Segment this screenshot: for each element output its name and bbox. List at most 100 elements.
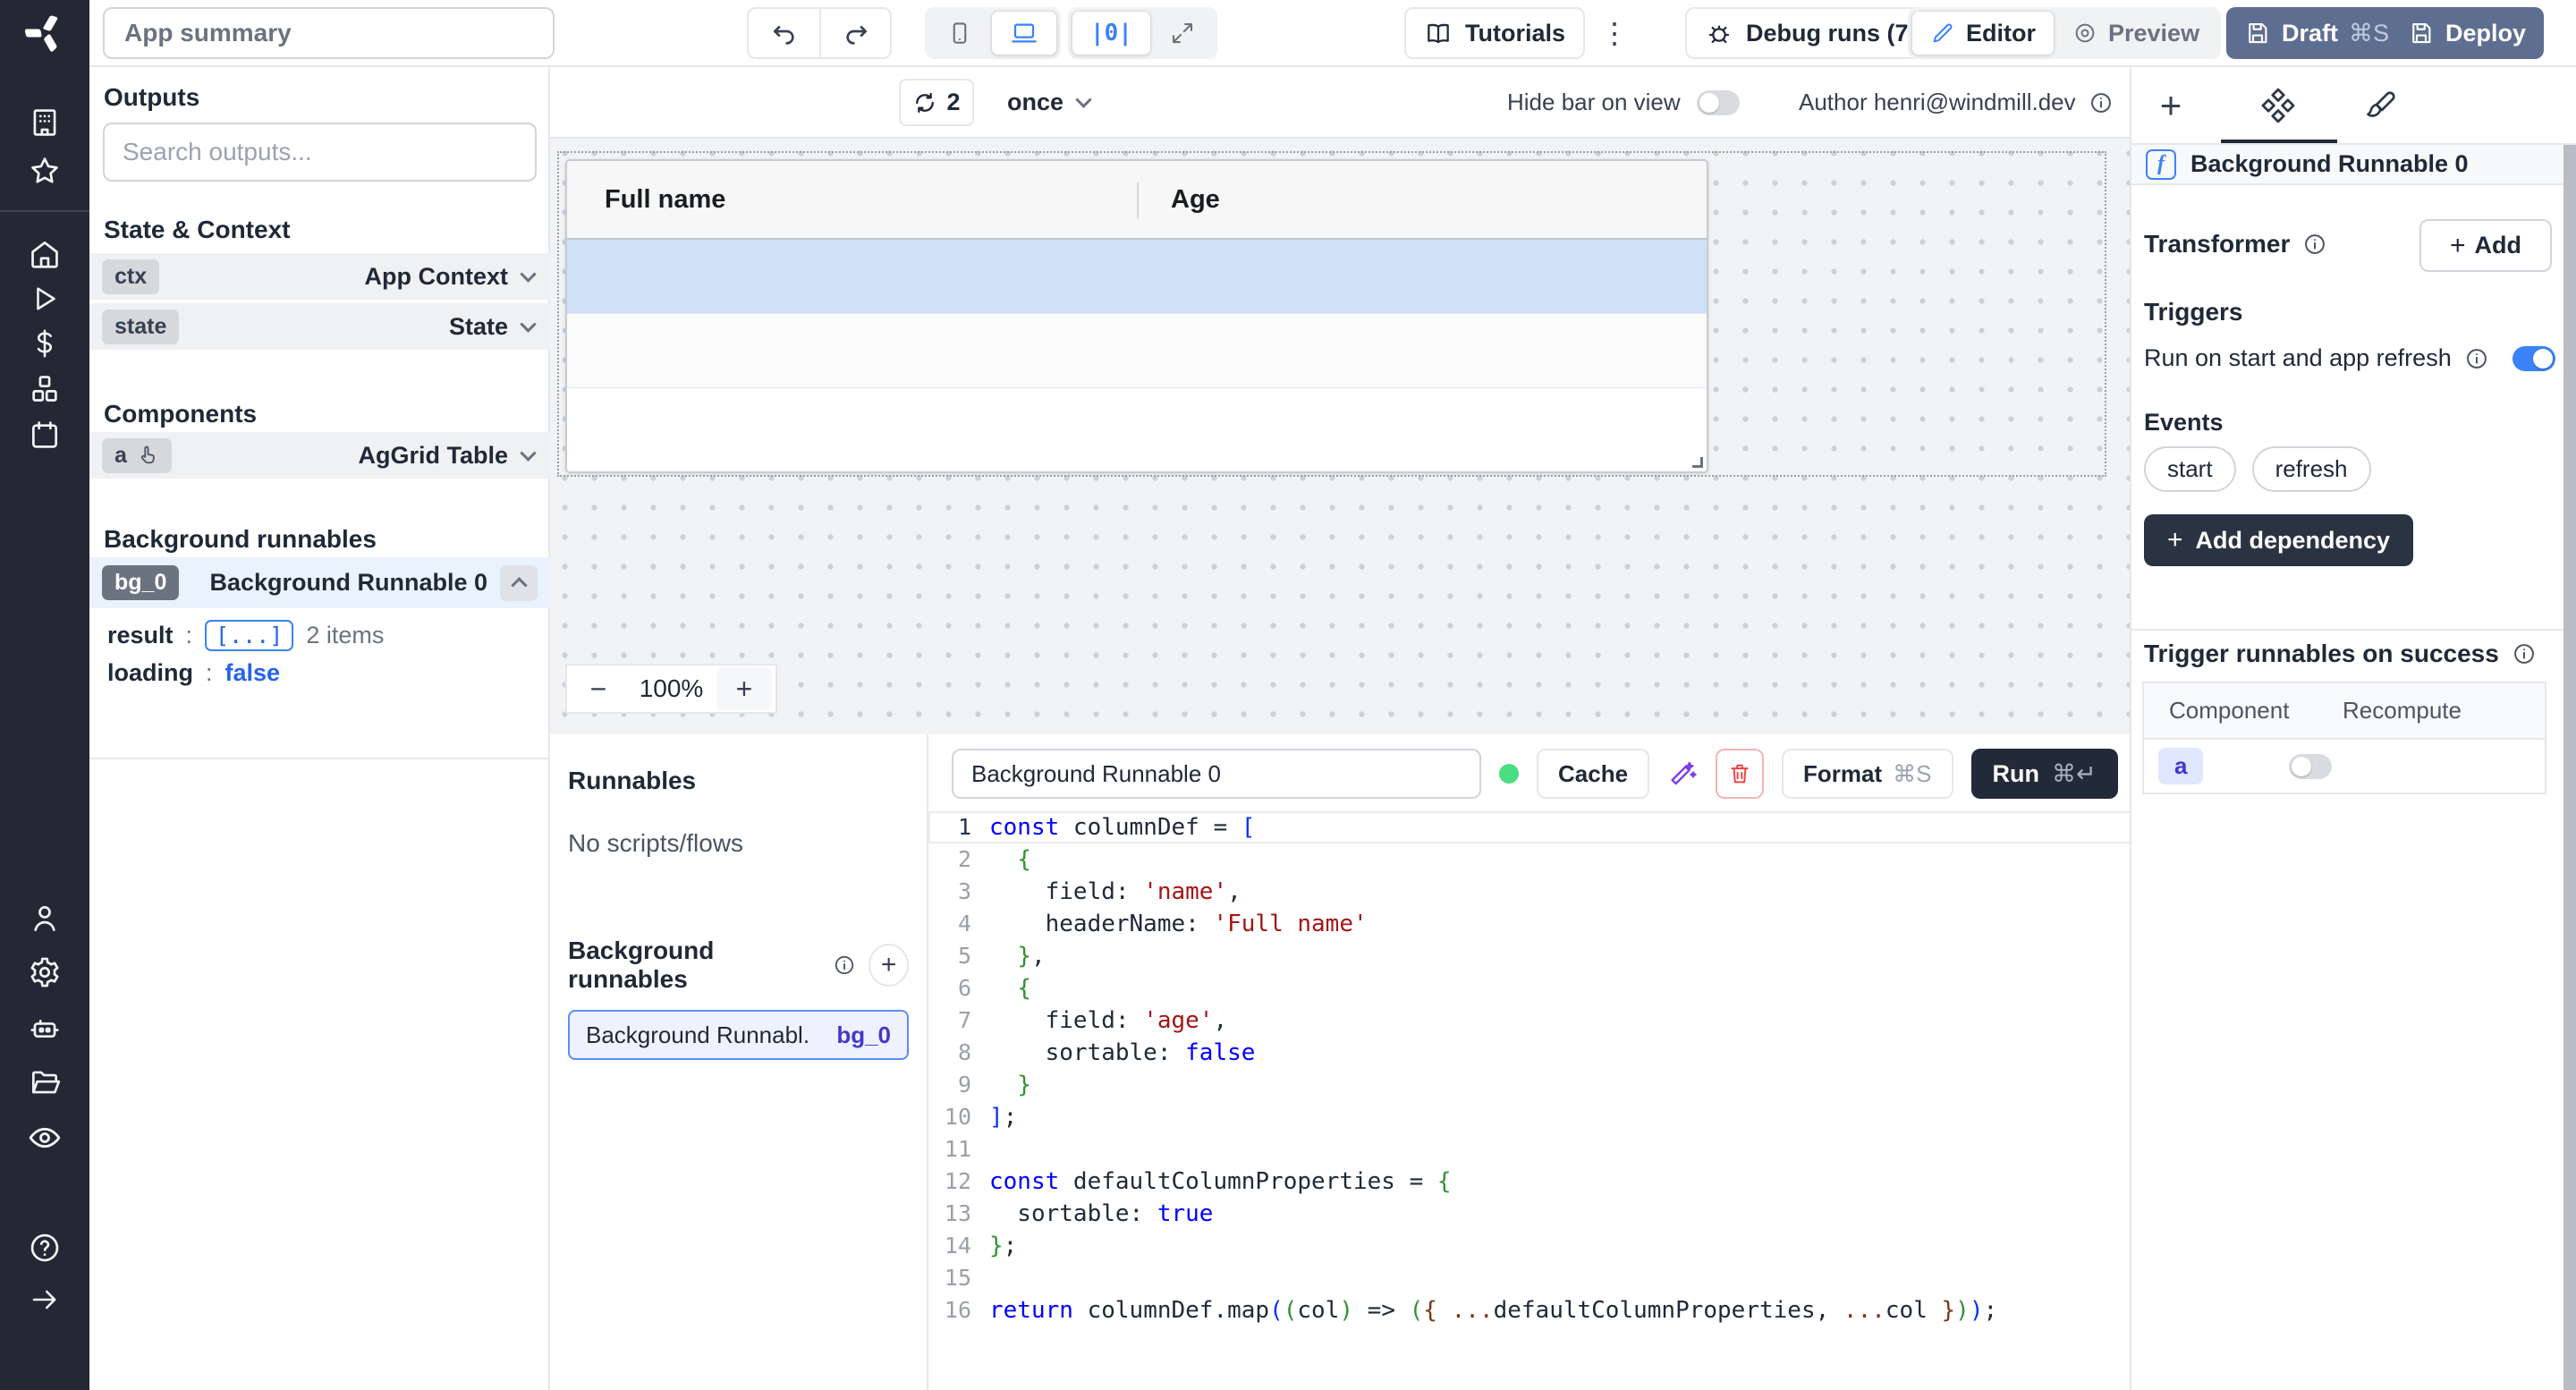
output-row-ctx[interactable]: ctx App Context bbox=[89, 253, 550, 300]
code-line-2[interactable]: 2 { bbox=[928, 843, 2170, 876]
column-separator[interactable] bbox=[1137, 182, 1139, 218]
favorites-star-icon[interactable] bbox=[28, 154, 62, 188]
info-icon[interactable] bbox=[2089, 90, 2114, 115]
more-menu-kebab-icon[interactable]: ⋮ bbox=[1600, 7, 1629, 59]
event-pill-refresh[interactable]: refresh bbox=[2252, 446, 2371, 492]
code-line-10[interactable]: 10]; bbox=[928, 1101, 2170, 1133]
draft-label: Draft bbox=[2282, 20, 2338, 47]
hide-bar-toggle[interactable] bbox=[1697, 90, 1740, 115]
table-row-selected[interactable] bbox=[567, 240, 1707, 314]
add-component-tab-icon[interactable]: + bbox=[2160, 84, 2182, 127]
delete-runnable-button[interactable] bbox=[1716, 749, 1764, 799]
windmill-logo-icon[interactable] bbox=[24, 13, 65, 54]
chevron-down-icon[interactable] bbox=[520, 316, 536, 332]
resources-cubes-icon[interactable] bbox=[28, 372, 62, 406]
tutorials-button[interactable]: Tutorials bbox=[1404, 7, 1585, 59]
recompute-toggle[interactable] bbox=[2289, 754, 2332, 779]
code-line-14[interactable]: 14}; bbox=[928, 1230, 2170, 1262]
center-layout-icon[interactable]: |0| bbox=[1072, 11, 1151, 55]
output-row-bg0[interactable]: bg_0 Background Runnable 0 bbox=[89, 557, 550, 608]
audit-eye-icon[interactable] bbox=[27, 1120, 63, 1156]
code-line-8[interactable]: 8 sortable: false bbox=[928, 1037, 2170, 1069]
info-icon[interactable] bbox=[2512, 641, 2537, 666]
workspace-icon[interactable] bbox=[28, 106, 62, 140]
info-icon[interactable] bbox=[833, 954, 856, 977]
trigger-success-row: Trigger runnables on success bbox=[2144, 640, 2537, 668]
right-panel-scrollbar[interactable] bbox=[2563, 145, 2576, 1390]
draft-button[interactable]: Draft ⌘S bbox=[2226, 7, 2407, 59]
event-pill-start[interactable]: start bbox=[2144, 446, 2236, 492]
code-line-11[interactable]: 11 bbox=[928, 1133, 2170, 1165]
schedules-calendar-icon[interactable] bbox=[28, 418, 62, 452]
variables-dollar-icon[interactable] bbox=[29, 327, 61, 360]
zoom-out-button[interactable]: − bbox=[567, 665, 630, 712]
output-row-state[interactable]: state State bbox=[89, 303, 550, 350]
editor-label: Editor bbox=[1966, 20, 2036, 47]
ai-wand-icon[interactable] bbox=[1667, 759, 1698, 789]
help-icon[interactable] bbox=[28, 1231, 62, 1265]
component-a-badge: a bbox=[114, 443, 127, 469]
add-background-runnable-button[interactable]: + bbox=[869, 944, 909, 987]
refresh-count-button[interactable]: 2 bbox=[899, 79, 974, 126]
add-dependency-button[interactable]: + Add dependency bbox=[2144, 514, 2413, 566]
home-icon[interactable] bbox=[28, 237, 62, 271]
chevron-down-icon[interactable] bbox=[520, 266, 536, 282]
run-on-start-toggle[interactable] bbox=[2512, 346, 2555, 371]
deploy-button[interactable]: Deploy bbox=[2390, 7, 2544, 59]
code-line-3[interactable]: 3 field: 'name', bbox=[928, 876, 2170, 908]
app-canvas[interactable]: Full name Age − 100% + bbox=[550, 139, 2130, 734]
add-transformer-button[interactable]: + Add bbox=[2419, 219, 2552, 272]
resize-handle[interactable] bbox=[1692, 457, 1703, 468]
runs-play-icon[interactable] bbox=[29, 283, 61, 315]
collapse-button[interactable] bbox=[500, 565, 538, 601]
code-line-12[interactable]: 12const defaultColumnProperties = { bbox=[928, 1165, 2170, 1198]
user-icon[interactable] bbox=[28, 902, 62, 936]
deploy-label: Deploy bbox=[2445, 20, 2526, 47]
column-header-full-name[interactable]: Full name bbox=[567, 185, 1137, 215]
tab-editor[interactable]: Editor bbox=[1911, 11, 2055, 55]
zoom-level: 100% bbox=[630, 674, 713, 703]
zoom-in-button[interactable]: + bbox=[716, 667, 772, 710]
app-summary-input[interactable] bbox=[103, 7, 555, 59]
tab-preview[interactable]: Preview bbox=[2055, 11, 2217, 55]
runnable-name-input[interactable] bbox=[952, 749, 1481, 799]
chevron-down-icon[interactable] bbox=[520, 445, 536, 461]
code-line-5[interactable]: 5 }, bbox=[928, 940, 2170, 972]
redo-icon[interactable] bbox=[819, 9, 890, 57]
styling-brush-tab-icon[interactable] bbox=[2363, 88, 2399, 123]
cache-button[interactable]: Cache bbox=[1537, 749, 1649, 799]
debug-runs-button[interactable]: Debug runs (7) bbox=[1685, 7, 1936, 59]
expand-rail-arrow-icon[interactable] bbox=[29, 1284, 61, 1316]
undo-icon[interactable] bbox=[749, 9, 819, 57]
code-line-7[interactable]: 7 field: 'age', bbox=[928, 1004, 2170, 1037]
code-lines[interactable]: 1const columnDef = [2 {3 field: 'name',4… bbox=[928, 808, 2170, 1326]
runnables-title: Runnables bbox=[568, 767, 909, 795]
desktop-view-icon[interactable] bbox=[991, 11, 1057, 55]
mobile-view-icon[interactable] bbox=[928, 11, 991, 55]
folders-icon[interactable] bbox=[28, 1065, 62, 1099]
runnable-item-bg0[interactable]: Background Runnabl... bg_0 bbox=[568, 1010, 909, 1060]
output-row-component-a[interactable]: a AgGrid Table bbox=[89, 432, 550, 479]
code-line-4[interactable]: 4 headerName: 'Full name' bbox=[928, 908, 2170, 940]
info-icon[interactable] bbox=[2302, 232, 2327, 257]
run-button[interactable]: Run ⌘↵ bbox=[1971, 749, 2118, 799]
code-line-9[interactable]: 9 } bbox=[928, 1069, 2170, 1101]
code-line-15[interactable]: 15 bbox=[928, 1262, 2170, 1294]
table-row[interactable] bbox=[567, 314, 1707, 388]
transformer-row: Transformer bbox=[2144, 230, 2327, 259]
code-line-13[interactable]: 13 sortable: true bbox=[928, 1198, 2170, 1230]
workers-robot-icon[interactable] bbox=[28, 1012, 62, 1046]
settings-gear-icon[interactable] bbox=[28, 955, 62, 989]
code-line-6[interactable]: 6 { bbox=[928, 972, 2170, 1004]
frequency-select[interactable]: once bbox=[1007, 79, 1089, 126]
component-settings-tab-icon[interactable] bbox=[2259, 87, 2297, 124]
format-button[interactable]: Format ⌘S bbox=[1782, 749, 1953, 799]
info-icon[interactable] bbox=[2464, 346, 2489, 371]
code-line-16[interactable]: 16return columnDef.map((col) => ({ ...de… bbox=[928, 1294, 2170, 1326]
fullwidth-expand-icon[interactable] bbox=[1151, 11, 1214, 55]
aggrid-table-component[interactable]: Full name Age bbox=[565, 159, 1708, 473]
result-expand-badge[interactable]: [...] bbox=[205, 620, 293, 651]
column-header-age[interactable]: Age bbox=[1137, 185, 1220, 215]
search-outputs-input[interactable] bbox=[103, 123, 537, 182]
code-line-1[interactable]: 1const columnDef = [ bbox=[928, 811, 2170, 843]
